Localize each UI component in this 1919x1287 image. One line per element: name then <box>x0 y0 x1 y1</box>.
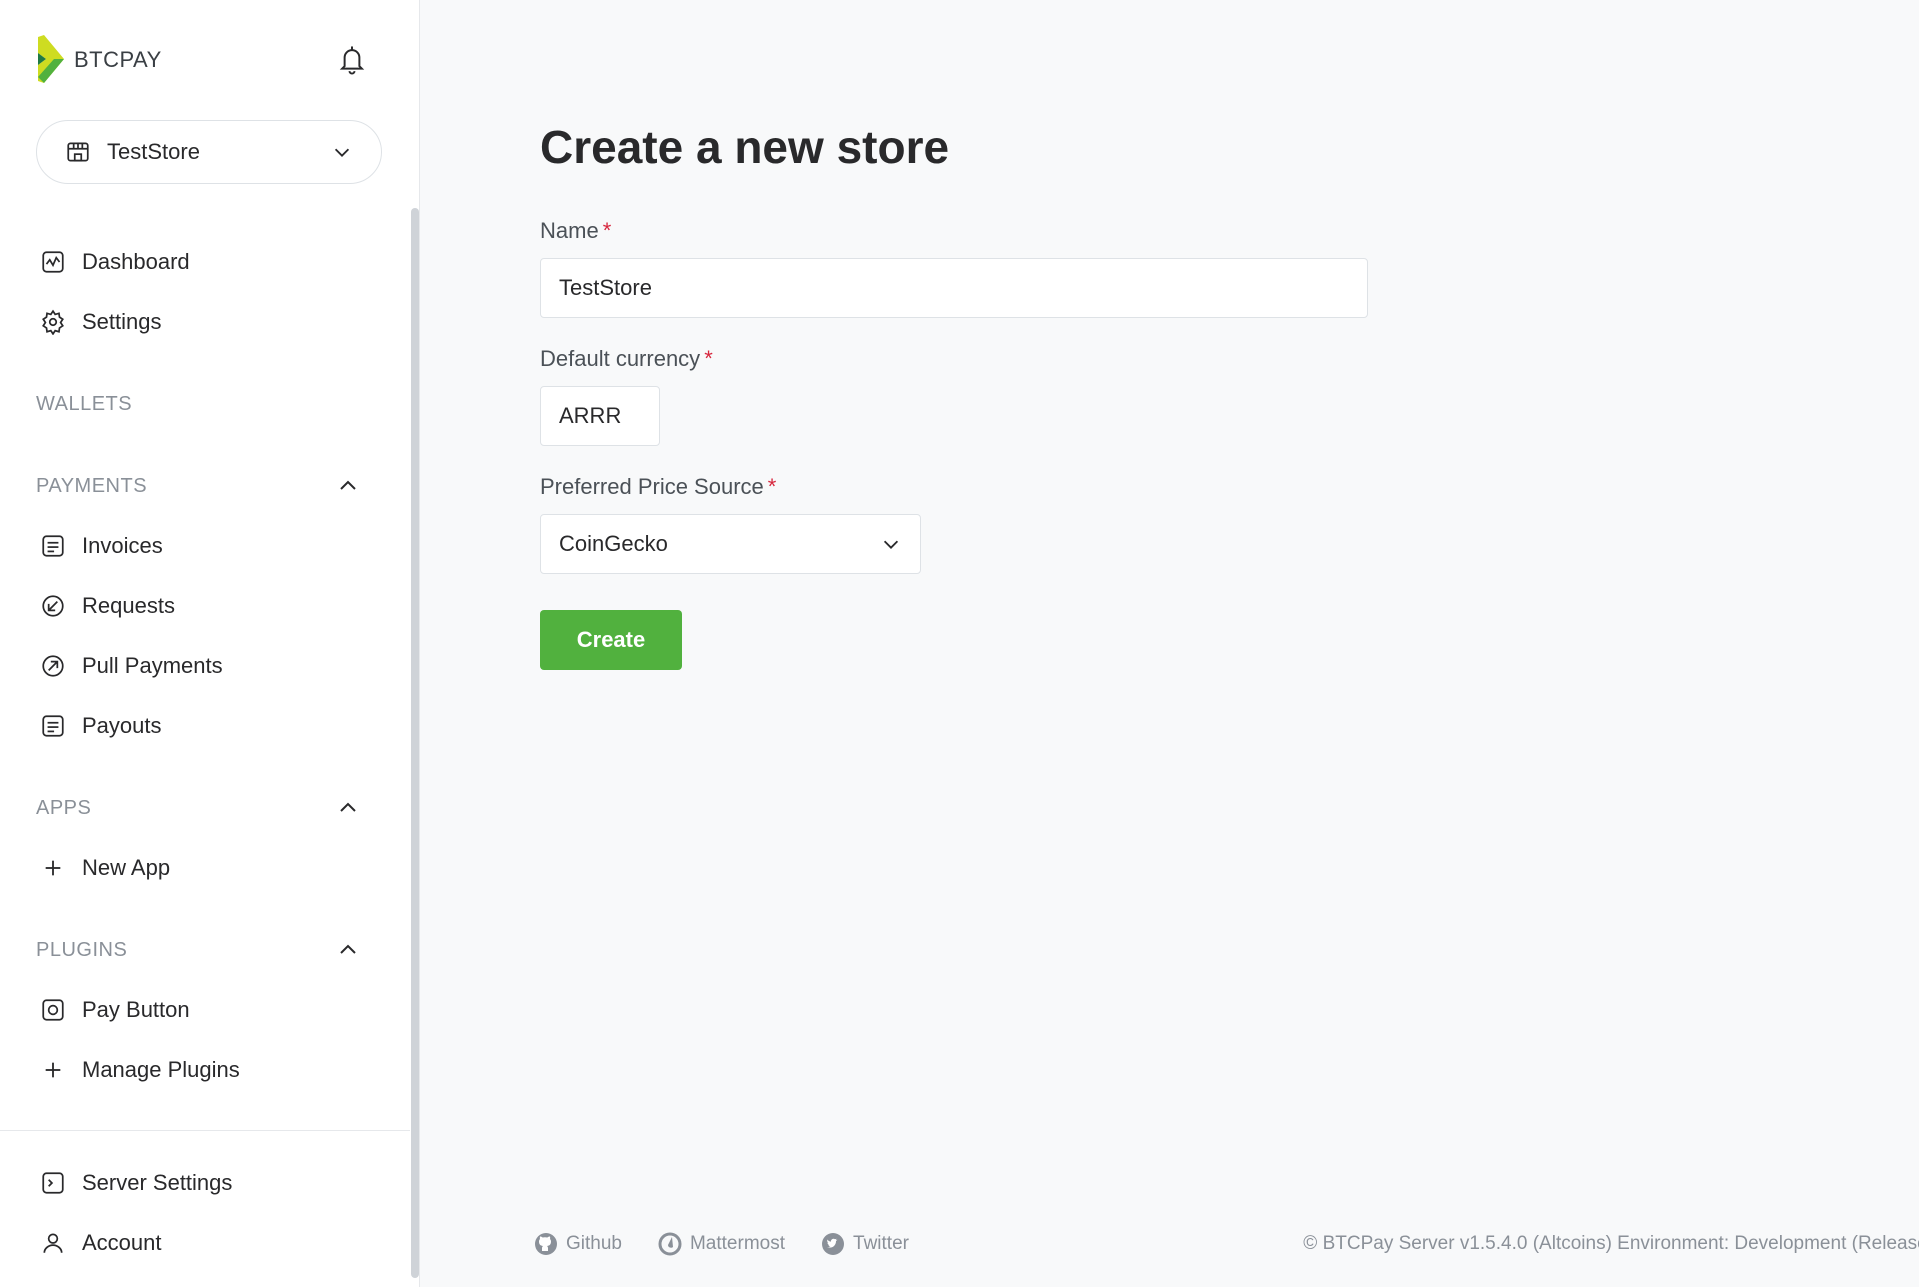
sidebar-item-pay-button[interactable]: Pay Button <box>0 980 410 1040</box>
main-content: Create a new store Name * TestStore Defau… <box>420 0 1919 1287</box>
sidebar-item-requests[interactable]: Requests <box>0 576 410 636</box>
twitter-icon <box>822 1233 845 1255</box>
footer-links: Github Mattermost Twitter <box>534 1232 909 1256</box>
section-label: PAYMENTS <box>36 474 148 497</box>
sidebar-item-label: New App <box>82 855 171 880</box>
store-selector-label: TestStore <box>107 139 200 164</box>
arrow-down-left-circle-icon <box>40 593 66 619</box>
notifications-bell[interactable] <box>335 43 369 77</box>
payouts-icon <box>40 713 66 739</box>
section-header-wallets: WALLETS <box>0 374 410 434</box>
name-input[interactable]: TestStore <box>540 258 1368 318</box>
footer-link-twitter[interactable]: Twitter <box>821 1232 909 1256</box>
sidebar-item-manage-plugins[interactable]: Manage Plugins <box>0 1040 410 1100</box>
name-input-value: TestStore <box>559 275 652 300</box>
invoice-icon <box>40 533 66 559</box>
section-header-apps: APPS <box>0 778 410 838</box>
price-source-label-text: Preferred Price Source <box>540 474 764 499</box>
footer-link-github[interactable]: Github <box>534 1232 622 1256</box>
chevron-up-icon[interactable] <box>336 796 360 820</box>
required-mark: * <box>767 474 777 499</box>
price-source-label: Preferred Price Source * <box>540 474 1370 500</box>
user-icon <box>40 1230 66 1256</box>
section-header-plugins: PLUGINS <box>0 920 410 980</box>
currency-input[interactable]: ARRR <box>540 386 660 446</box>
sidebar-item-server-settings[interactable]: Server Settings <box>0 1153 410 1213</box>
sidebar-item-label: Server Settings <box>82 1170 233 1195</box>
sidebar-item-label: Settings <box>82 309 162 334</box>
sidebar-item-label: Pull Payments <box>82 653 223 678</box>
sidebar-item-account[interactable]: Account <box>0 1213 410 1273</box>
pay-button-icon <box>40 997 66 1023</box>
sidebar-item-label: Account <box>82 1230 162 1255</box>
sidebar-scrollbar[interactable] <box>411 208 419 1278</box>
plus-icon <box>40 1057 66 1083</box>
chevron-up-icon[interactable] <box>336 474 360 498</box>
sidebar-item-dashboard[interactable]: Dashboard <box>0 232 410 292</box>
chevron-down-icon <box>334 148 350 157</box>
sidebar-item-label: Dashboard <box>82 249 190 274</box>
sidebar-item-label: Pay Button <box>82 997 190 1022</box>
section-label: APPS <box>36 796 92 819</box>
github-icon <box>535 1233 557 1255</box>
section-header-payments: PAYMENTS <box>0 456 410 516</box>
dashboard-icon <box>40 249 66 275</box>
price-source-group: Preferred Price Source * CoinGecko <box>540 474 1370 574</box>
store-icon <box>67 142 89 162</box>
currency-group: Default currency * ARRR <box>540 346 1370 446</box>
name-group: Name * TestStore <box>540 218 1370 318</box>
footer-link-mattermost[interactable]: Mattermost <box>658 1232 785 1256</box>
sidebar-item-invoices[interactable]: Invoices <box>0 516 410 576</box>
server-settings-icon <box>40 1170 66 1196</box>
brand-name: BTCPAY <box>74 47 162 72</box>
currency-label: Default currency * <box>540 346 1370 372</box>
create-store-form: Create a new store Name * TestStore Defau… <box>540 120 1370 670</box>
page-title: Create a new store <box>540 121 950 173</box>
name-label: Name * <box>540 218 1370 244</box>
sidebar-item-settings[interactable]: Settings <box>0 292 410 352</box>
sidebar-item-label: Invoices <box>82 533 163 558</box>
chevron-up-icon[interactable] <box>336 938 360 962</box>
sidebar-bottom: Server Settings Account <box>0 1130 410 1273</box>
required-mark: * <box>602 218 612 243</box>
sidebar-item-payouts[interactable]: Payouts <box>0 696 410 756</box>
sidebar-item-new-app[interactable]: New App <box>0 838 410 898</box>
chevron-down-icon <box>883 540 899 549</box>
arrow-up-right-circle-icon <box>40 653 66 679</box>
footer-link-label: Github <box>566 1233 622 1254</box>
sidebar-item-label: Payouts <box>82 713 162 738</box>
footer-link-label: Twitter <box>853 1233 909 1254</box>
sidebar-item-label: Manage Plugins <box>82 1057 240 1082</box>
sidebar-header: BTCPAY <box>0 0 419 120</box>
section-label: WALLETS <box>36 392 133 415</box>
currency-input-value: ARRR <box>559 403 622 428</box>
footer-copyright: © BTCPay Server v1.5.4.0 (Altcoins) Envi… <box>1303 1233 1919 1254</box>
sidebar-item-pull-payments[interactable]: Pull Payments <box>0 636 410 696</box>
plus-icon <box>40 855 66 881</box>
create-button[interactable]: Create <box>540 610 682 670</box>
price-source-value: CoinGecko <box>559 531 668 556</box>
required-mark: * <box>704 346 713 371</box>
gear-icon <box>40 309 66 335</box>
btcpay-logo[interactable]: BTCPAY <box>36 35 162 85</box>
sidebar-nav: Dashboard Settings WALLETS PAYMENTS Invo… <box>0 232 410 1100</box>
btcpay-logo-icon <box>38 35 64 83</box>
sidebar: BTCPAY TestStore Dashboard Settings WALL… <box>0 0 420 1287</box>
price-source-select[interactable]: CoinGecko <box>540 514 921 574</box>
footer-link-label: Mattermost <box>689 1233 786 1254</box>
bell-icon <box>339 46 365 75</box>
name-label-text: Name <box>540 218 599 243</box>
footer: Github Mattermost Twitter © BTCPay Serve… <box>534 1232 1919 1256</box>
currency-label-text: Default currency <box>540 346 701 371</box>
store-selector[interactable]: TestStore <box>36 120 382 184</box>
sidebar-item-label: Requests <box>82 593 175 618</box>
section-label: PLUGINS <box>36 938 128 961</box>
mattermost-icon <box>658 1232 682 1256</box>
app-root: BTCPAY TestStore Dashboard Settings WALL… <box>0 0 1919 1287</box>
